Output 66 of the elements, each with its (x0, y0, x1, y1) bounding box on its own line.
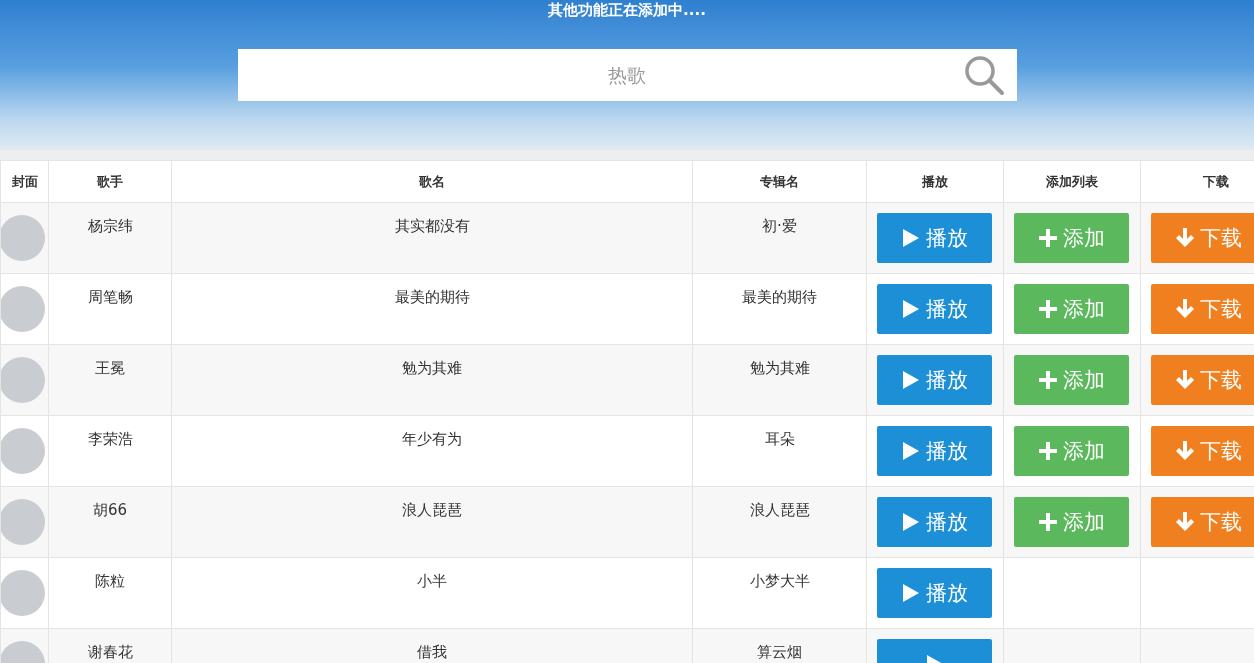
play-icon (901, 228, 920, 248)
down-arrow-icon (1175, 299, 1194, 319)
play-icon (901, 370, 920, 390)
album-cell: 小梦大半 (692, 557, 867, 629)
notice-text: 其他功能正在添加中.... (548, 0, 706, 20)
add-button[interactable]: 添加 (1014, 284, 1129, 334)
album-cell: 最美的期待 (692, 273, 867, 345)
download-button[interactable]: 下载 (1151, 355, 1254, 405)
down-arrow-icon (1175, 441, 1194, 461)
avatar-placeholder (0, 357, 45, 403)
add-button[interactable]: 添加 (1014, 213, 1129, 263)
song-cell: 其实都没有 (171, 202, 693, 274)
album-cell: 浪人琵琶 (692, 486, 867, 558)
search-field[interactable]: 热歌 (237, 49, 1017, 101)
song-cell: 小半 (171, 557, 693, 629)
plus-icon (1038, 300, 1057, 318)
plus-icon (1038, 371, 1057, 389)
add-button[interactable]: 添加 (1014, 426, 1129, 476)
column-header: 歌手 (48, 160, 172, 203)
download-button[interactable]: 下载 (1151, 497, 1254, 547)
play-icon (901, 441, 920, 461)
singer-cell: 陈粒 (48, 557, 172, 629)
avatar-placeholder (0, 215, 45, 261)
avatar-placeholder (0, 499, 45, 545)
song-cell: 浪人琵琶 (171, 486, 693, 558)
album-cell: 初·爱 (692, 202, 867, 274)
down-arrow-icon (1175, 512, 1194, 532)
song-cell: 最美的期待 (171, 273, 693, 345)
play-button[interactable]: 播放 (877, 284, 992, 334)
down-arrow-icon (1175, 370, 1194, 390)
download-button[interactable]: 下载 (1151, 284, 1254, 334)
column-header: 下载 (1140, 160, 1254, 203)
download-button[interactable]: 下载 (1151, 213, 1254, 263)
singer-cell: 李荣浩 (48, 415, 172, 487)
down-arrow-icon (1175, 228, 1194, 248)
add-button[interactable]: 添加 (1014, 355, 1129, 405)
album-cell: 耳朵 (692, 415, 867, 487)
album-cell: 勉为其难 (692, 344, 867, 416)
add-button[interactable]: 添加 (1014, 497, 1129, 547)
avatar-placeholder (0, 428, 45, 474)
column-header: 歌名 (171, 160, 693, 203)
plus-icon (1038, 513, 1057, 531)
column-header: 添加列表 (1003, 160, 1141, 203)
song-cell: 年少有为 (171, 415, 693, 487)
play-icon (901, 583, 920, 603)
singer-cell: 王冕 (48, 344, 172, 416)
song-cell: 勉为其难 (171, 344, 693, 416)
play-button[interactable]: 播放 (877, 426, 992, 476)
play-icon (901, 299, 920, 319)
play-button[interactable]: 播放 (877, 568, 992, 618)
column-header: 专辑名 (692, 160, 867, 203)
search-icon[interactable] (962, 54, 1005, 96)
avatar-placeholder (0, 570, 45, 616)
plus-icon (1038, 229, 1057, 247)
play-button[interactable]: 播放 (877, 355, 992, 405)
play-icon (901, 512, 920, 532)
singer-cell: 胡66 (48, 486, 172, 558)
play-button[interactable]: 播放 (877, 213, 992, 263)
avatar-placeholder (0, 286, 45, 332)
singer-cell: 周笔畅 (48, 273, 172, 345)
download-button[interactable]: 下载 (1151, 426, 1254, 476)
column-header: 封面 (0, 160, 49, 203)
plus-icon (1038, 442, 1057, 460)
singer-cell: 杨宗纬 (48, 202, 172, 274)
column-header: 播放 (866, 160, 1004, 203)
play-button[interactable]: 播放 (877, 497, 992, 547)
